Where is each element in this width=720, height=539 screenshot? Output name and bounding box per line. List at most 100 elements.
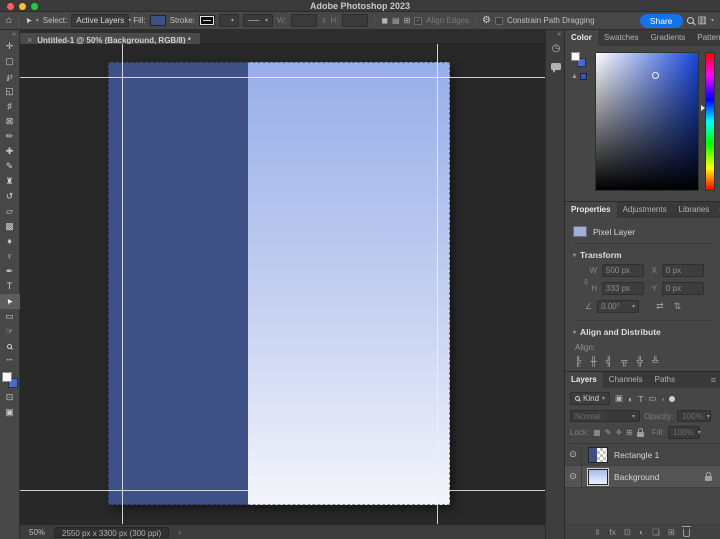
tab-swatches[interactable]: Swatches xyxy=(598,30,645,46)
color-picker-ring[interactable] xyxy=(652,72,660,80)
align-distribute-header[interactable]: ▾ Align and Distribute xyxy=(573,321,712,341)
foreground-color-swatch[interactable] xyxy=(571,52,580,61)
rectangle-1-shape[interactable] xyxy=(108,62,248,505)
stroke-type-dropdown[interactable]: ▾ xyxy=(243,14,274,27)
transform-x-field[interactable]: 0 px xyxy=(662,264,704,277)
blend-mode-dropdown[interactable]: Normal ▾ xyxy=(570,410,640,422)
panel-menu-icon[interactable]: ≡ xyxy=(707,372,720,388)
layer-row-background[interactable]: ⊙ Background xyxy=(565,466,720,488)
filter-smart-objects-icon[interactable]: ▫ xyxy=(661,394,664,404)
align-edges-checkbox[interactable]: ✓ xyxy=(414,16,423,25)
blur-tool[interactable]: ♦ xyxy=(0,234,20,249)
background-gradient[interactable] xyxy=(248,62,450,505)
filter-pixel-layers-icon[interactable]: ▣ xyxy=(615,393,623,404)
path-operations-icon[interactable]: ◼ xyxy=(381,16,388,26)
healing-brush-tool[interactable]: ✚ xyxy=(0,144,20,159)
lock-paint-icon[interactable]: ✎ xyxy=(605,428,612,437)
gamut-swatch[interactable] xyxy=(579,73,587,80)
gamut-warning-icon[interactable]: ▲ xyxy=(571,73,578,80)
hue-slider[interactable] xyxy=(701,52,715,191)
guide-vertical-right[interactable] xyxy=(437,44,438,524)
layer-thumbnail[interactable] xyxy=(588,468,608,485)
filter-adjustment-layers-icon[interactable]: ◐ xyxy=(628,394,633,404)
new-adjustment-layer-icon[interactable]: ◐ xyxy=(639,527,644,537)
object-selection-tool[interactable]: ◱ xyxy=(0,84,20,99)
panel-menu-icon[interactable]: ≡ xyxy=(715,202,720,218)
search-icon[interactable] xyxy=(686,17,694,24)
link-dimensions-icon[interactable]: ∞ xyxy=(319,18,328,24)
guide-vertical-left[interactable] xyxy=(122,44,123,524)
link-wh-icon[interactable]: ∞ xyxy=(569,279,592,289)
flip-horizontal-icon[interactable]: ⇄ xyxy=(656,301,664,312)
screen-mode-button[interactable]: ▣ xyxy=(0,405,20,420)
kind-filter-dropdown[interactable]: Kind ▾ xyxy=(570,392,611,405)
document-size-info[interactable]: 2550 px x 3300 px (300 ppi) xyxy=(54,526,170,538)
hand-tool[interactable]: ☞ xyxy=(0,324,20,339)
path-selection-tool[interactable]: ➤ xyxy=(0,294,20,309)
clone-stamp-tool[interactable]: ♜ xyxy=(0,174,20,189)
home-icon[interactable]: ⌂ xyxy=(6,15,12,26)
layer-thumbnail[interactable] xyxy=(588,446,608,463)
rectangle-tool[interactable]: ▭ xyxy=(0,309,20,324)
frame-tool[interactable]: ⊠ xyxy=(0,114,20,129)
edit-toolbar-button[interactable]: ••• xyxy=(0,354,20,369)
add-layer-mask-icon[interactable]: ⊡ xyxy=(624,527,631,538)
dodge-tool[interactable]: ♀ xyxy=(0,249,20,264)
expand-dock-icon[interactable]: « xyxy=(546,30,564,39)
tab-libraries[interactable]: Libraries xyxy=(673,202,716,218)
filter-type-layers-icon[interactable]: T xyxy=(638,394,643,404)
eraser-tool[interactable]: ▱ xyxy=(0,204,20,219)
lock-position-icon[interactable]: ✛ xyxy=(615,428,622,437)
comments-panel-button[interactable] xyxy=(546,57,566,75)
hue-slider-marker[interactable] xyxy=(701,105,705,112)
lasso-tool[interactable]: ℘ xyxy=(0,69,20,84)
shape-height-field[interactable] xyxy=(342,14,369,27)
rotation-field[interactable]: 0.00° ▾ xyxy=(597,300,640,313)
align-right-icon[interactable]: ╣ xyxy=(606,356,612,366)
align-middle-icon[interactable]: ╬ xyxy=(637,356,643,366)
history-panel-button[interactable]: ◷ xyxy=(546,39,566,57)
canvas-area[interactable] xyxy=(20,44,545,524)
workspace-caret-icon[interactable]: ▾ xyxy=(711,17,714,24)
fill-dropdown[interactable]: 100% ▾ xyxy=(668,426,701,439)
filter-shape-layers-icon[interactable]: ▭ xyxy=(648,393,656,404)
link-layers-icon[interactable]: ∞ xyxy=(593,529,603,535)
stroke-width-dropdown[interactable]: ▾ xyxy=(219,14,240,27)
tab-adjustments[interactable]: Adjustments xyxy=(617,202,673,218)
path-alignment-icon[interactable]: ▤ xyxy=(392,16,400,26)
align-left-icon[interactable]: ╠ xyxy=(575,356,581,366)
brush-tool[interactable]: ✎ xyxy=(0,159,20,174)
color-spectrum[interactable] xyxy=(595,52,699,191)
marquee-tool[interactable]: ▢ xyxy=(0,54,20,69)
collapse-tools-icon[interactable]: » xyxy=(0,30,19,39)
lock-artboard-icon[interactable]: ⊞ xyxy=(626,428,633,437)
type-tool[interactable]: T xyxy=(0,279,20,294)
share-button[interactable]: Share xyxy=(639,13,683,28)
layer-locked-icon[interactable] xyxy=(705,471,712,481)
fill-color-swatch[interactable] xyxy=(149,15,166,26)
quick-mask-button[interactable]: ⊡ xyxy=(0,390,20,405)
guide-horizontal-bottom[interactable] xyxy=(20,490,545,491)
tab-channels[interactable]: Channels xyxy=(603,372,649,388)
transform-y-field[interactable]: 0 px xyxy=(662,282,704,295)
new-layer-icon[interactable]: ⊞ xyxy=(668,527,675,538)
lock-transparent-icon[interactable]: ▦ xyxy=(593,428,601,437)
gear-icon[interactable]: ⚙ xyxy=(482,15,491,26)
stroke-color-swatch[interactable] xyxy=(199,15,216,26)
shape-width-field[interactable] xyxy=(290,14,317,27)
align-bottom-icon[interactable]: ╩ xyxy=(652,356,658,366)
filter-toggle-icon[interactable] xyxy=(669,395,676,402)
pen-tool[interactable]: ✒ xyxy=(0,264,20,279)
eyedropper-tool[interactable]: ✏ xyxy=(0,129,20,144)
zoom-level[interactable]: 50% xyxy=(29,528,45,537)
tab-patterns[interactable]: Patterns xyxy=(691,30,720,46)
layer-name[interactable]: Rectangle 1 xyxy=(614,450,659,460)
history-brush-tool[interactable]: ↺ xyxy=(0,189,20,204)
guide-horizontal-top[interactable] xyxy=(20,77,545,78)
tab-layers[interactable]: Layers xyxy=(565,372,603,388)
zoom-tool[interactable] xyxy=(0,339,20,354)
layer-row-rectangle-1[interactable]: ⊙ Rectangle 1 xyxy=(565,444,720,466)
crop-tool[interactable]: ♯ xyxy=(0,99,20,114)
new-group-icon[interactable]: ❏ xyxy=(652,527,660,538)
tab-properties[interactable]: Properties xyxy=(565,202,617,218)
